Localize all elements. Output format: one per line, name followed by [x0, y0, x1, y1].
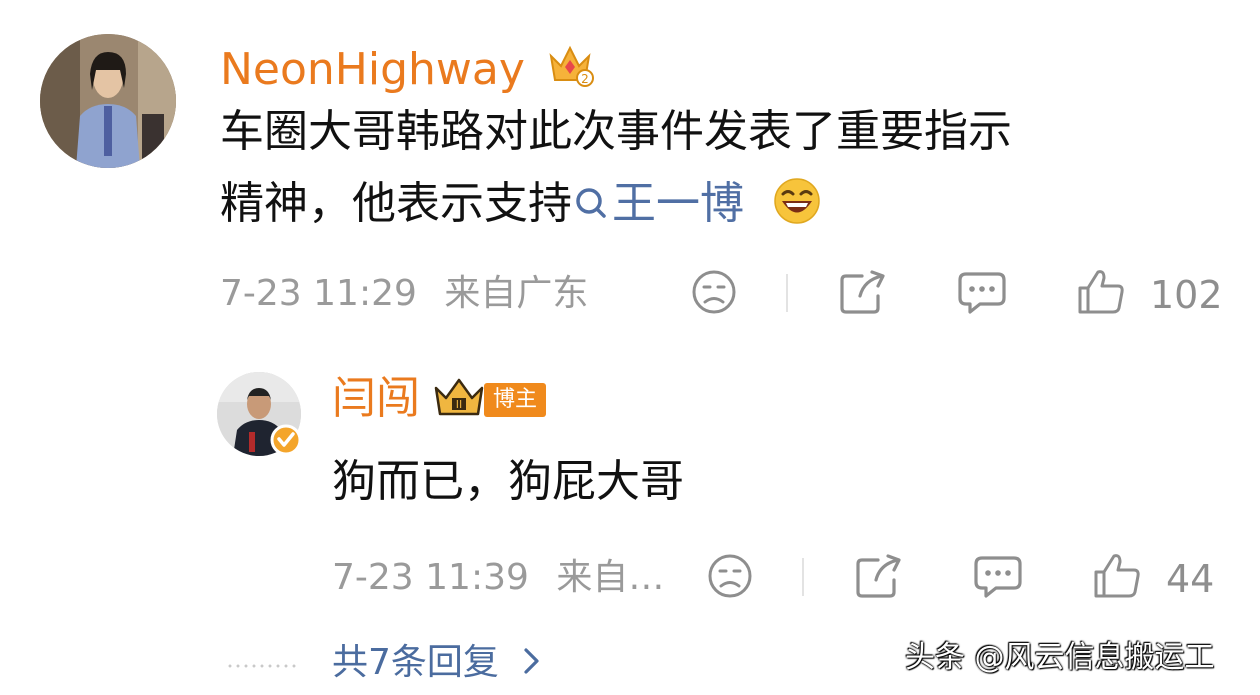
crown-badge-icon: 2 — [549, 45, 594, 87]
location: 来自广东 — [444, 273, 589, 314]
share-icon[interactable] — [838, 268, 888, 316]
reply-meta: 7-23 11:39 来自… — [332, 560, 664, 596]
comment-icon[interactable] — [972, 552, 1024, 600]
comment-text: 精神，他表示支持 — [220, 178, 572, 229]
svg-text:II: II — [456, 398, 463, 411]
search-icon — [576, 188, 606, 218]
avatar[interactable] — [40, 34, 176, 168]
more-replies-link[interactable]: 共7条回复 — [332, 645, 544, 681]
laughing-emoji-icon — [774, 178, 820, 224]
dislike-face-icon[interactable] — [706, 552, 754, 600]
location: 来自… — [556, 557, 665, 598]
username[interactable]: NeonHighway 2 — [220, 40, 595, 92]
share-icon[interactable] — [854, 552, 904, 600]
comment-text-line: 车圈大哥韩路对此次事件发表了重要指示 — [220, 106, 1012, 157]
comment-icon[interactable] — [956, 268, 1008, 316]
dislike-face-icon[interactable] — [690, 268, 738, 316]
blogger-badge: 博主 — [484, 383, 546, 417]
divider — [786, 274, 788, 312]
like-count: 44 — [1166, 557, 1215, 601]
timestamp: 7-23 11:39 — [332, 557, 529, 598]
reply-username[interactable]: 闫闯 — [332, 377, 420, 421]
like-count: 102 — [1150, 273, 1223, 317]
divider — [802, 558, 804, 596]
crown-level-icon: II — [434, 378, 484, 416]
svg-text:2: 2 — [581, 72, 589, 86]
watermark: 头条 @风云信息搬运工 — [905, 640, 1215, 675]
topic-link[interactable]: 王一博 — [572, 178, 744, 229]
username-text[interactable]: NeonHighway — [220, 44, 525, 95]
dotted-divider — [226, 664, 298, 668]
timestamp: 7-23 11:29 — [220, 273, 417, 314]
comment-text-line: 精神，他表示支持 王一博 — [220, 172, 822, 236]
comment-meta: 7-23 11:29 来自广东 — [220, 276, 588, 312]
more-replies-label[interactable]: 共7条回复 — [332, 642, 499, 683]
like-thumb-icon[interactable] — [1092, 550, 1142, 600]
like-thumb-icon[interactable] — [1076, 266, 1126, 316]
topic-label[interactable]: 王一博 — [612, 178, 744, 229]
reply-text: 狗而已，狗屁大哥 — [332, 456, 684, 507]
chevron-right-icon — [524, 648, 539, 674]
verified-badge-icon — [270, 424, 302, 456]
